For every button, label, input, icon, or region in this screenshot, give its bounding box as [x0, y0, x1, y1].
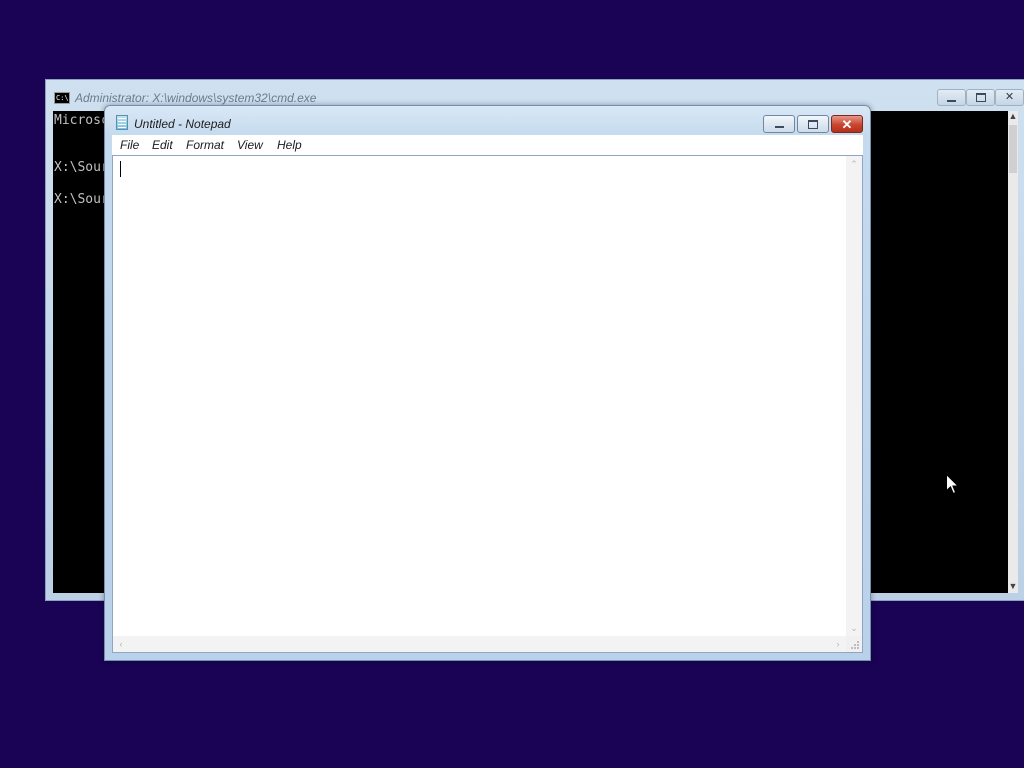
- notepad-icon: [116, 115, 128, 130]
- notepad-text-area[interactable]: ⌃ ⌄ ‹ ›: [112, 155, 863, 653]
- cmd-icon: C:\: [54, 92, 70, 104]
- console-line: X:\Sour: [54, 160, 109, 175]
- menu-view[interactable]: View: [237, 138, 263, 152]
- close-icon: ✕: [841, 116, 853, 132]
- text-caret: [120, 161, 121, 177]
- minimize-icon: [947, 99, 956, 102]
- cmd-scroll-thumb[interactable]: [1009, 125, 1017, 173]
- scroll-up-icon[interactable]: ⌃: [846, 156, 862, 172]
- cmd-close-button[interactable]: ✕: [995, 89, 1024, 106]
- notepad-menu-bar: File Edit Format View Help: [112, 135, 863, 155]
- resize-grip-icon[interactable]: [846, 636, 862, 652]
- menu-format[interactable]: Format: [186, 138, 224, 152]
- cmd-vertical-scrollbar[interactable]: ▲ ▼: [1008, 111, 1018, 593]
- notepad-minimize-button[interactable]: [763, 115, 795, 133]
- maximize-icon: [975, 93, 986, 102]
- notepad-close-button[interactable]: ✕: [831, 115, 863, 133]
- notepad-horizontal-scrollbar[interactable]: ‹ ›: [113, 636, 846, 652]
- notepad-window[interactable]: Untitled - Notepad ✕ File Edit Format Vi…: [104, 105, 871, 661]
- scroll-down-icon[interactable]: ⌄: [846, 620, 862, 636]
- menu-file[interactable]: File: [120, 138, 139, 152]
- scroll-right-icon[interactable]: ›: [830, 636, 846, 652]
- maximize-icon: [808, 119, 818, 129]
- scroll-down-icon[interactable]: ▼: [1008, 581, 1018, 591]
- menu-help[interactable]: Help: [277, 138, 302, 152]
- minimize-icon: [774, 126, 784, 128]
- notepad-vertical-scrollbar[interactable]: ⌃ ⌄: [846, 156, 862, 636]
- cmd-minimize-button[interactable]: [937, 89, 966, 106]
- notepad-maximize-button[interactable]: [797, 115, 829, 133]
- cmd-maximize-button[interactable]: [966, 89, 995, 106]
- scroll-left-icon[interactable]: ‹: [113, 636, 129, 652]
- mouse-pointer-icon: [946, 474, 959, 495]
- console-line: Microsc: [54, 113, 109, 128]
- cmd-window-title: Administrator: X:\windows\system32\cmd.e…: [75, 91, 317, 105]
- console-line: X:\Sour: [54, 192, 109, 207]
- menu-edit[interactable]: Edit: [152, 138, 173, 152]
- scroll-up-icon[interactable]: ▲: [1008, 111, 1018, 121]
- notepad-window-title: Untitled - Notepad: [134, 117, 231, 131]
- close-icon: ✕: [1004, 91, 1015, 103]
